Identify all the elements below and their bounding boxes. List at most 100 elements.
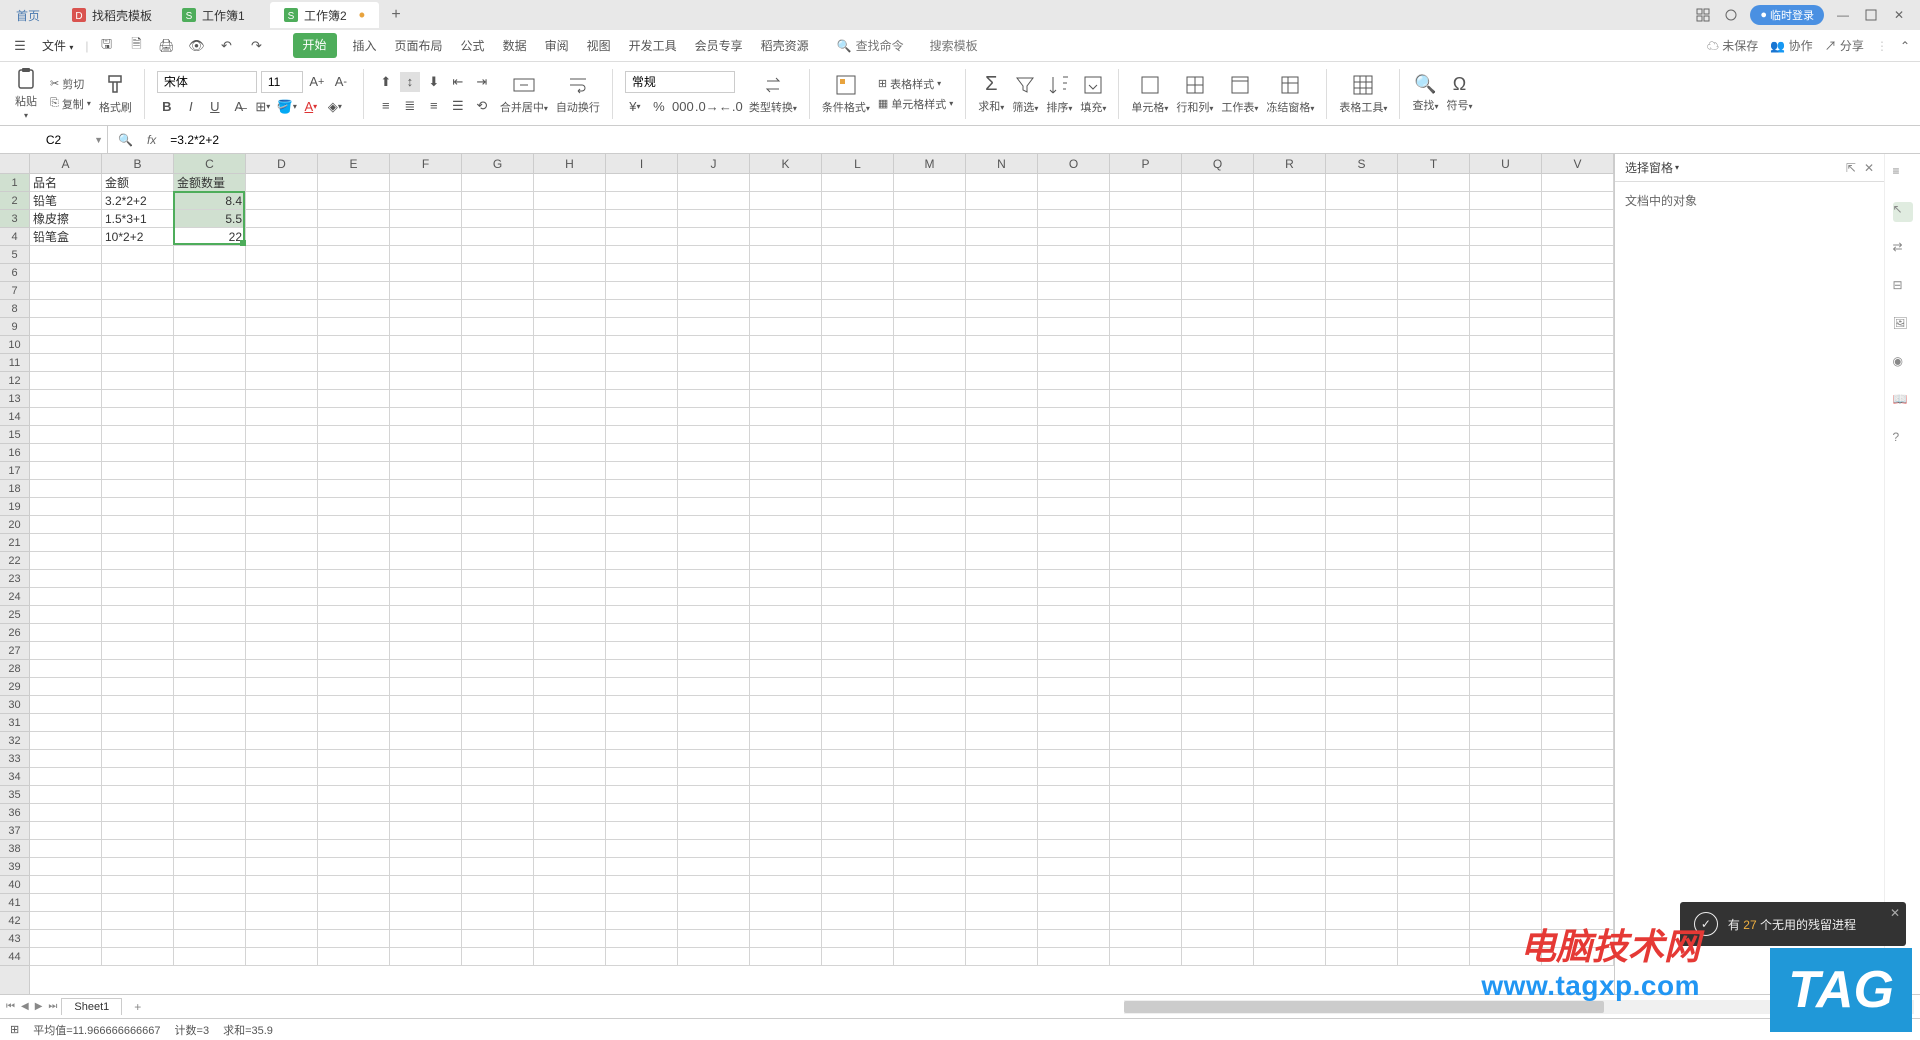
cell[interactable]: [1254, 264, 1326, 282]
comma-icon[interactable]: 000: [673, 97, 693, 117]
cell[interactable]: [1326, 588, 1398, 606]
cell[interactable]: [1398, 876, 1470, 894]
cell[interactable]: [1326, 930, 1398, 948]
cell[interactable]: [318, 498, 390, 516]
cell[interactable]: [1182, 480, 1254, 498]
cell[interactable]: [534, 372, 606, 390]
cell[interactable]: [966, 840, 1038, 858]
cell[interactable]: [390, 462, 462, 480]
cell[interactable]: [1470, 354, 1542, 372]
cell[interactable]: [102, 732, 174, 750]
col-header[interactable]: K: [750, 154, 822, 173]
clear-format-icon[interactable]: ◈▾: [325, 97, 345, 117]
cell[interactable]: [1110, 948, 1182, 966]
cell[interactable]: [1470, 300, 1542, 318]
row-header[interactable]: 1: [0, 174, 29, 192]
cell[interactable]: [102, 282, 174, 300]
cell[interactable]: [966, 858, 1038, 876]
cell[interactable]: [894, 354, 966, 372]
cell[interactable]: [1182, 624, 1254, 642]
bold-icon[interactable]: B: [157, 97, 177, 117]
save-icon[interactable]: 🖫: [97, 36, 117, 56]
cell[interactable]: [1254, 246, 1326, 264]
cell[interactable]: [606, 300, 678, 318]
cell[interactable]: [1398, 534, 1470, 552]
cell[interactable]: [1182, 930, 1254, 948]
cell[interactable]: [390, 732, 462, 750]
cell[interactable]: [390, 408, 462, 426]
cell[interactable]: [174, 660, 246, 678]
row-header[interactable]: 25: [0, 606, 29, 624]
cell[interactable]: [462, 804, 534, 822]
cell[interactable]: [1470, 624, 1542, 642]
cell[interactable]: [1038, 174, 1110, 192]
cell[interactable]: [750, 462, 822, 480]
cell[interactable]: [1470, 750, 1542, 768]
cell[interactable]: [390, 192, 462, 210]
cell[interactable]: [1398, 444, 1470, 462]
cell[interactable]: [1038, 678, 1110, 696]
cell[interactable]: [1110, 246, 1182, 264]
cell[interactable]: [102, 714, 174, 732]
cell[interactable]: [606, 930, 678, 948]
cell[interactable]: [1182, 786, 1254, 804]
cell[interactable]: [390, 174, 462, 192]
tab-workbook2[interactable]: S 工作簿2 •: [270, 2, 379, 28]
name-box[interactable]: ▼: [0, 126, 108, 153]
cell[interactable]: [678, 912, 750, 930]
cell[interactable]: [30, 408, 102, 426]
side-select-icon[interactable]: ↖: [1893, 202, 1913, 222]
cell[interactable]: [1470, 660, 1542, 678]
cell[interactable]: [1038, 858, 1110, 876]
cell[interactable]: [30, 516, 102, 534]
cell[interactable]: [390, 750, 462, 768]
cell[interactable]: [1326, 894, 1398, 912]
cell[interactable]: [30, 246, 102, 264]
side-setting-icon[interactable]: ⇄: [1893, 240, 1913, 260]
cell[interactable]: [318, 210, 390, 228]
cell[interactable]: [1110, 228, 1182, 246]
cell[interactable]: [462, 858, 534, 876]
tab-template[interactable]: D 找稻壳模板: [58, 2, 166, 28]
cell[interactable]: [1254, 552, 1326, 570]
cell[interactable]: [102, 948, 174, 966]
cell[interactable]: [462, 732, 534, 750]
cell[interactable]: [606, 768, 678, 786]
cell[interactable]: [1398, 264, 1470, 282]
cell[interactable]: [246, 408, 318, 426]
cell[interactable]: [822, 732, 894, 750]
cell[interactable]: [318, 336, 390, 354]
cell[interactable]: [30, 552, 102, 570]
cell[interactable]: [1398, 894, 1470, 912]
cell[interactable]: [1254, 318, 1326, 336]
cell[interactable]: [894, 372, 966, 390]
cell[interactable]: [462, 930, 534, 948]
cell[interactable]: [1326, 624, 1398, 642]
cell[interactable]: [1542, 282, 1614, 300]
cell[interactable]: [30, 786, 102, 804]
cell[interactable]: [1542, 246, 1614, 264]
cell[interactable]: [966, 336, 1038, 354]
cell[interactable]: [750, 390, 822, 408]
cell[interactable]: [822, 696, 894, 714]
cell[interactable]: [1038, 912, 1110, 930]
cell[interactable]: [894, 390, 966, 408]
cell[interactable]: [30, 678, 102, 696]
cell[interactable]: [462, 624, 534, 642]
cell[interactable]: [1038, 768, 1110, 786]
cell[interactable]: [1398, 516, 1470, 534]
cell[interactable]: [318, 570, 390, 588]
col-header[interactable]: B: [102, 154, 174, 173]
cell[interactable]: [246, 426, 318, 444]
cell[interactable]: [1326, 858, 1398, 876]
cell[interactable]: [822, 714, 894, 732]
select-all-corner[interactable]: [0, 154, 30, 173]
cell[interactable]: [966, 426, 1038, 444]
row-header[interactable]: 6: [0, 264, 29, 282]
cell[interactable]: [606, 552, 678, 570]
italic-icon[interactable]: I: [181, 97, 201, 117]
cell[interactable]: [1110, 660, 1182, 678]
cell[interactable]: [678, 354, 750, 372]
cell[interactable]: [534, 282, 606, 300]
cell[interactable]: [1542, 210, 1614, 228]
